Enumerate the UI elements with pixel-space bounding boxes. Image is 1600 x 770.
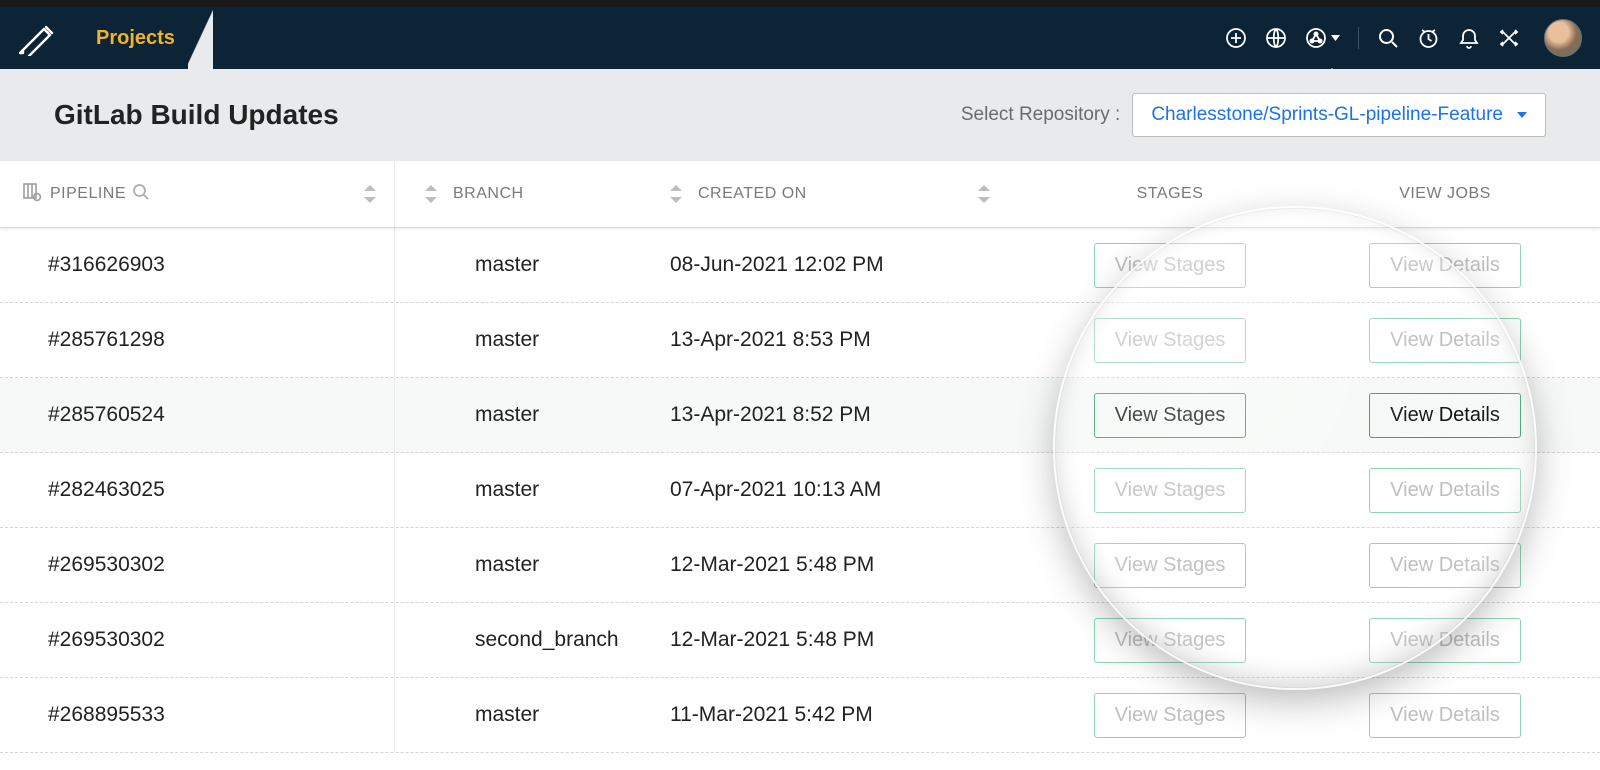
table-header: PIPELINE BRANCH CREATED ON STAGES VIEW J… (0, 161, 1600, 228)
view-stages-button[interactable]: View Stages (1094, 393, 1247, 438)
cell-branch: master (395, 403, 670, 427)
sort-icon[interactable] (670, 185, 682, 203)
table-body: #316626903master08-Jun-2021 12:02 PMView… (0, 228, 1600, 753)
repo-select[interactable]: Charlesstone/Sprints-GL-pipeline-Feature (1132, 93, 1546, 137)
cell-pipeline: #285760524 (0, 378, 395, 452)
column-config-icon[interactable] (22, 182, 42, 207)
cell-branch: master (395, 328, 670, 352)
table-row[interactable]: #269530302master12-Mar-2021 5:48 PM View … (0, 528, 1600, 603)
repo-select-label: Select Repository : (961, 104, 1120, 126)
page-title: GitLab Build Updates (54, 99, 339, 131)
view-details-button[interactable]: View Details (1369, 318, 1521, 363)
column-search-icon[interactable] (132, 183, 150, 206)
col-viewjobs-label: VIEW JOBS (1399, 185, 1491, 203)
title-bar: GitLab Build Updates Select Repository :… (0, 69, 1600, 161)
cell-pipeline: #282463025 (0, 453, 395, 527)
app-header: Projects (0, 7, 1600, 69)
cell-created-on: 13-Apr-2021 8:53 PM (670, 328, 1030, 352)
view-stages-button[interactable]: View Stages (1094, 543, 1247, 588)
app-logo-icon (18, 20, 58, 56)
cell-pipeline: #269530302 (0, 603, 395, 677)
table-row[interactable]: #285760524master13-Apr-2021 8:52 PM View … (0, 378, 1600, 453)
globe-icon[interactable] (1265, 27, 1287, 49)
col-branch-label: BRANCH (453, 185, 524, 203)
cell-created-on: 07-Apr-2021 10:13 AM (670, 478, 1030, 502)
view-stages-button[interactable]: View Stages (1094, 318, 1247, 363)
cell-pipeline: #268895533 (0, 678, 395, 752)
table-row[interactable]: #316626903master08-Jun-2021 12:02 PM View… (0, 228, 1600, 303)
view-details-button[interactable]: View Details (1369, 693, 1521, 738)
table-row[interactable]: #268895533master11-Mar-2021 5:42 PM View … (0, 678, 1600, 753)
tab-projects[interactable]: Projects (68, 7, 203, 69)
search-icon[interactable] (1377, 27, 1399, 49)
table-row[interactable]: #269530302second_branch12-Mar-2021 5:48 … (0, 603, 1600, 678)
cell-created-on: 08-Jun-2021 12:02 PM (670, 253, 1030, 277)
tab-projects-label: Projects (96, 27, 175, 50)
header-actions (1225, 19, 1582, 57)
view-stages-button[interactable]: View Stages (1094, 243, 1247, 288)
cell-pipeline: #316626903 (0, 228, 395, 302)
view-details-button[interactable]: View Details (1369, 243, 1521, 288)
col-pipeline-label: PIPELINE (50, 185, 126, 203)
sort-icon[interactable] (425, 185, 437, 203)
clock-icon[interactable] (1417, 27, 1440, 50)
bell-icon[interactable] (1458, 27, 1480, 50)
cell-branch: master (395, 553, 670, 577)
view-stages-button[interactable]: View Stages (1094, 693, 1247, 738)
sort-icon[interactable] (978, 185, 990, 203)
col-created-label: CREATED ON (698, 185, 807, 203)
repo-select-value: Charlesstone/Sprints-GL-pipeline-Feature (1151, 104, 1503, 126)
cell-created-on: 11-Mar-2021 5:42 PM (670, 703, 1030, 727)
cell-branch: second_branch (395, 628, 670, 652)
view-details-button[interactable]: View Details (1369, 393, 1521, 438)
view-stages-button[interactable]: View Stages (1094, 468, 1247, 513)
table-row[interactable]: #282463025master07-Apr-2021 10:13 AM View… (0, 453, 1600, 528)
cell-pipeline: #285761298 (0, 303, 395, 377)
view-details-button[interactable]: View Details (1369, 543, 1521, 588)
chevron-down-icon (1517, 112, 1527, 118)
avatar[interactable] (1544, 19, 1582, 57)
cell-created-on: 12-Mar-2021 5:48 PM (670, 553, 1030, 577)
cell-branch: master (395, 253, 670, 277)
cell-pipeline: #269530302 (0, 528, 395, 602)
view-details-button[interactable]: View Details (1369, 618, 1521, 663)
tools-icon[interactable] (1498, 27, 1520, 49)
cell-branch: master (395, 703, 670, 727)
cell-created-on: 13-Apr-2021 8:52 PM (670, 403, 1030, 427)
cell-created-on: 12-Mar-2021 5:48 PM (670, 628, 1030, 652)
add-icon[interactable] (1225, 27, 1247, 49)
view-stages-button[interactable]: View Stages (1094, 618, 1247, 663)
view-details-button[interactable]: View Details (1369, 468, 1521, 513)
cell-branch: master (395, 478, 670, 502)
table-row[interactable]: #285761298master13-Apr-2021 8:53 PM View … (0, 303, 1600, 378)
col-stages-label: STAGES (1137, 185, 1204, 203)
webhook-icon[interactable] (1305, 27, 1340, 49)
sort-icon[interactable] (364, 185, 376, 203)
